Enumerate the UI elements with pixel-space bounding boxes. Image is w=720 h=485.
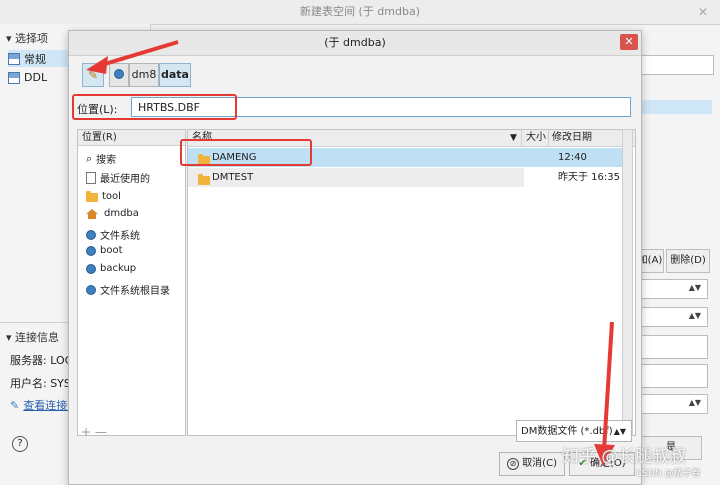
bg-input-3[interactable]: [640, 364, 708, 388]
link-icon: ✎: [10, 398, 20, 412]
section-connection[interactable]: ▾ 连接信息: [6, 329, 59, 345]
bg-input-2[interactable]: [640, 335, 708, 359]
triangle-down-icon: ▾: [6, 32, 16, 45]
bg-combo-2[interactable]: ▲▼: [640, 307, 708, 327]
arrow-head: [86, 56, 108, 74]
bg-selected-row[interactable]: [640, 100, 712, 114]
bg-input-1[interactable]: [640, 55, 714, 75]
bg-combo-1[interactable]: ▲▼: [640, 279, 708, 299]
triangle-down-icon: ▾: [6, 331, 16, 344]
background-window-title: 新建表空间 (于 dmdba): [0, 0, 720, 25]
updown-icon: ▲▼: [688, 398, 701, 407]
section-options[interactable]: ▾ 选择项: [6, 30, 48, 46]
watermark: 知乎 @长腿叔叔: [562, 447, 687, 467]
annotation-arrows: [86, 40, 615, 466]
close-icon[interactable]: ✕: [696, 5, 710, 19]
arrow-line: [602, 321, 614, 451]
arrow-line: [97, 40, 179, 68]
bg-combo-3[interactable]: ▲▼: [640, 394, 708, 414]
help-icon[interactable]: ?: [12, 436, 28, 452]
grid-icon: [8, 71, 20, 84]
watermark-sub: CSDN @橘子卷: [636, 469, 701, 479]
delete-button[interactable]: 删除(D): [666, 249, 710, 273]
updown-icon: ▲▼: [688, 311, 701, 320]
updown-icon: ▲▼: [688, 283, 701, 292]
grid-icon: [8, 52, 20, 65]
